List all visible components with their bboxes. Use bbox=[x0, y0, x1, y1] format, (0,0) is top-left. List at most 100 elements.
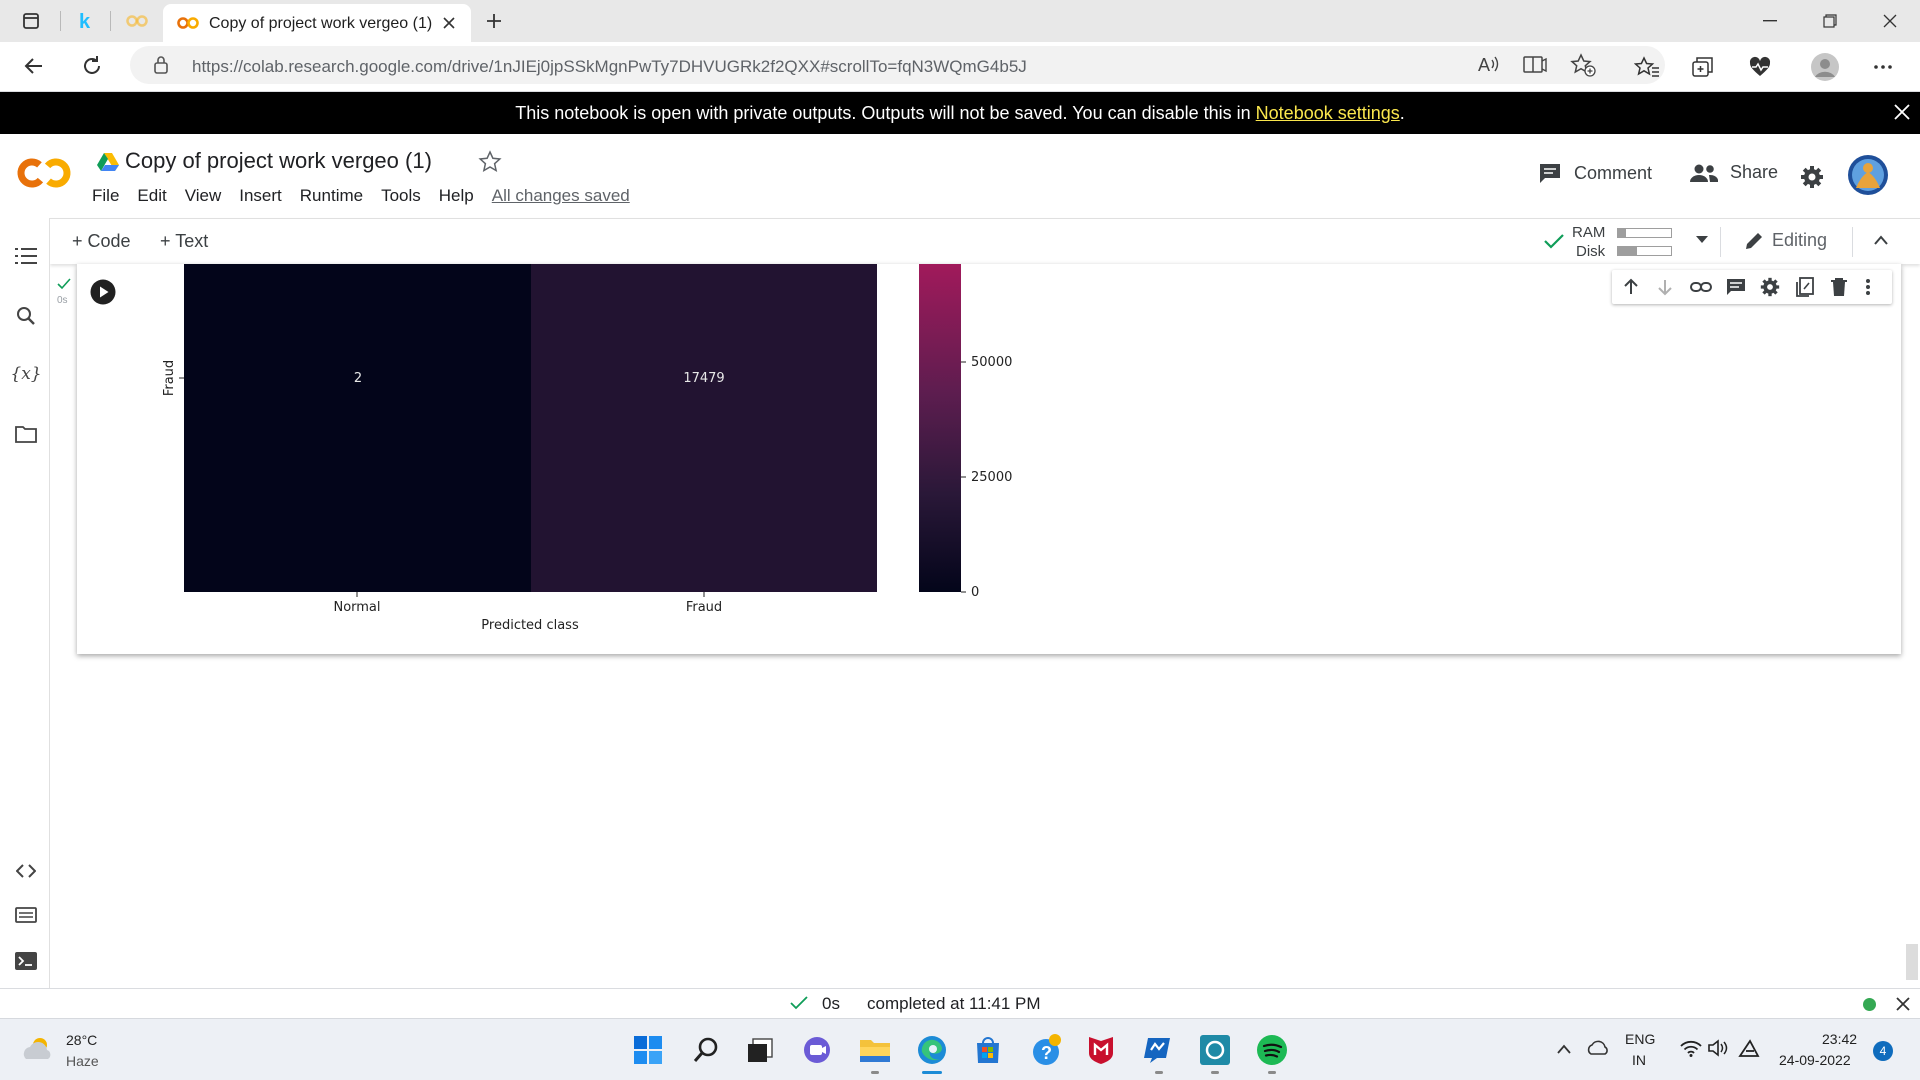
dropdown-arrow-icon[interactable] bbox=[1696, 236, 1708, 244]
code-snippets-icon[interactable] bbox=[13, 858, 39, 884]
settings-gear-icon[interactable] bbox=[1800, 165, 1824, 189]
tab-actions-icon[interactable] bbox=[18, 8, 44, 34]
colorbar-tick-label: 25000 bbox=[971, 470, 1012, 485]
notification-count-badge[interactable]: 4 bbox=[1873, 1041, 1893, 1061]
favorites-icon[interactable] bbox=[1634, 55, 1660, 79]
teams-chat-icon[interactable] bbox=[800, 1033, 834, 1067]
link-to-cell-icon[interactable] bbox=[1690, 279, 1712, 295]
cell-settings-icon[interactable] bbox=[1760, 277, 1780, 297]
volume-icon[interactable] bbox=[1708, 1039, 1730, 1057]
url-field[interactable]: https://colab.research.google.com/drive/… bbox=[130, 46, 1665, 84]
add-text-button[interactable]: + Text bbox=[160, 231, 208, 252]
back-icon[interactable] bbox=[22, 54, 46, 78]
read-aloud-icon[interactable]: A bbox=[1477, 54, 1501, 76]
notebook-settings-link[interactable]: Notebook settings bbox=[1256, 103, 1400, 123]
comment-button[interactable]: Comment bbox=[1538, 162, 1652, 184]
restore-icon[interactable] bbox=[1800, 0, 1860, 42]
input-region[interactable]: IN bbox=[1632, 1052, 1646, 1068]
editing-mode-button[interactable]: Editing bbox=[1744, 230, 1827, 251]
collapse-header-icon[interactable] bbox=[1873, 234, 1889, 246]
add-comment-icon[interactable] bbox=[1726, 278, 1746, 296]
start-windows-icon[interactable] bbox=[631, 1033, 665, 1067]
menu-bar: File Edit View Insert Runtime Tools Help… bbox=[92, 186, 648, 206]
more-cell-actions-icon[interactable] bbox=[1864, 277, 1872, 297]
onedrive-cloud-icon[interactable] bbox=[1586, 1039, 1610, 1057]
address-bar-row: https://colab.research.google.com/drive/… bbox=[0, 42, 1920, 92]
menu-help[interactable]: Help bbox=[439, 186, 474, 206]
refresh-icon[interactable] bbox=[80, 54, 104, 78]
collections-icon[interactable] bbox=[1690, 55, 1716, 79]
more-menu-icon[interactable] bbox=[1872, 57, 1894, 77]
delete-cell-icon[interactable] bbox=[1830, 277, 1848, 297]
menu-tools[interactable]: Tools bbox=[381, 186, 421, 206]
mcafee-shield-icon[interactable] bbox=[1084, 1033, 1118, 1067]
battery-pen-icon[interactable] bbox=[1738, 1038, 1762, 1058]
status-completed-text: completed at 11:41 PM bbox=[867, 994, 1041, 1013]
terminal-icon[interactable] bbox=[13, 948, 39, 974]
menu-insert[interactable]: Insert bbox=[239, 186, 282, 206]
ram-label: RAM bbox=[1572, 224, 1606, 241]
search-icon[interactable] bbox=[13, 303, 39, 329]
close-window-icon[interactable] bbox=[1860, 0, 1920, 42]
file-explorer-icon[interactable] bbox=[858, 1033, 892, 1067]
heatmap-value-label: 17479 bbox=[683, 371, 724, 386]
new-tab-icon[interactable] bbox=[481, 8, 507, 34]
colab-logo-icon[interactable] bbox=[16, 156, 74, 190]
menu-runtime[interactable]: Runtime bbox=[300, 186, 363, 206]
kaggle-tab-icon[interactable]: k bbox=[72, 8, 98, 34]
x-axis-label: Predicted class bbox=[481, 618, 579, 633]
menu-edit[interactable]: Edit bbox=[137, 186, 166, 206]
save-status[interactable]: All changes saved bbox=[492, 186, 630, 206]
colorbar bbox=[919, 264, 961, 592]
close-banner-icon[interactable] bbox=[1893, 103, 1911, 121]
add-code-button[interactable]: + Code bbox=[72, 231, 131, 252]
svg-text:k: k bbox=[79, 11, 91, 31]
star-icon[interactable] bbox=[478, 150, 502, 174]
help-app-icon[interactable]: ? bbox=[1029, 1033, 1063, 1067]
show-hidden-icons-chevron-icon[interactable] bbox=[1556, 1043, 1572, 1055]
move-cell-up-icon[interactable] bbox=[1622, 278, 1640, 296]
table-of-contents-icon[interactable] bbox=[13, 243, 39, 269]
mirror-cell-icon[interactable] bbox=[1795, 277, 1815, 297]
user-avatar[interactable] bbox=[1847, 154, 1889, 196]
menu-file[interactable]: File bbox=[92, 186, 119, 206]
wifi-icon[interactable] bbox=[1680, 1039, 1702, 1057]
lock-icon[interactable] bbox=[152, 55, 170, 75]
alexa-app-icon[interactable] bbox=[1198, 1033, 1232, 1067]
immersive-reader-icon[interactable] bbox=[1523, 54, 1547, 76]
close-tab-icon[interactable] bbox=[441, 15, 457, 31]
browser-essentials-icon[interactable] bbox=[1748, 56, 1772, 78]
share-button[interactable]: Share bbox=[1690, 162, 1778, 183]
minimize-icon[interactable] bbox=[1740, 0, 1800, 42]
clock-date[interactable]: 24-09-2022 bbox=[1779, 1052, 1851, 1068]
taskbar-search-icon[interactable] bbox=[689, 1033, 723, 1067]
connection-status-dot bbox=[1863, 998, 1876, 1011]
weather-haze-icon[interactable] bbox=[20, 1035, 56, 1063]
profile-avatar[interactable] bbox=[1810, 52, 1840, 82]
active-tab[interactable]: Copy of project work vergeo (1) bbox=[163, 4, 471, 42]
edge-browser-icon[interactable] bbox=[915, 1033, 949, 1067]
close-status-icon[interactable] bbox=[1896, 997, 1910, 1011]
input-language[interactable]: ENG bbox=[1625, 1031, 1655, 1047]
variables-icon[interactable]: {x} bbox=[10, 361, 41, 387]
quick-assist-icon[interactable] bbox=[1141, 1033, 1175, 1067]
files-folder-icon[interactable] bbox=[13, 421, 39, 447]
notebook-toolbar: + Code + Text RAM Disk Editing bbox=[50, 218, 1920, 264]
clock-time[interactable]: 23:42 bbox=[1822, 1031, 1857, 1047]
notebook-title[interactable]: Copy of project work vergeo (1) bbox=[125, 148, 432, 174]
scrollbar-thumb[interactable] bbox=[1906, 944, 1918, 980]
tab-separator bbox=[110, 11, 111, 31]
running-indicator bbox=[1211, 1071, 1219, 1074]
menu-view[interactable]: View bbox=[185, 186, 222, 206]
resource-monitor[interactable]: RAM Disk bbox=[1572, 222, 1722, 262]
command-palette-icon[interactable] bbox=[13, 902, 39, 928]
microsoft-store-icon[interactable] bbox=[971, 1033, 1005, 1067]
execution-success-check-icon bbox=[57, 278, 71, 290]
add-favorite-icon[interactable] bbox=[1570, 53, 1596, 77]
code-cell[interactable]: 0s 2 17479 Fraud Normal Fraud Predicted … bbox=[57, 264, 1901, 654]
task-view-icon[interactable] bbox=[743, 1033, 777, 1067]
colab-tab-icon-inactive[interactable] bbox=[124, 8, 150, 34]
move-cell-down-icon[interactable] bbox=[1656, 278, 1674, 296]
spotify-icon[interactable] bbox=[1255, 1033, 1289, 1067]
toolbar-divider bbox=[1852, 227, 1853, 257]
